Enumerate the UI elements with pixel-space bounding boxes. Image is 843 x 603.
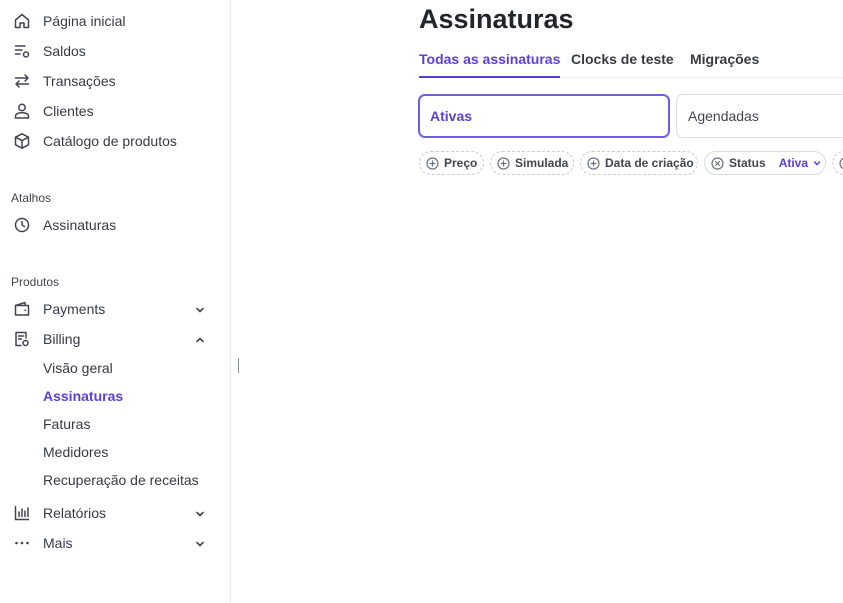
nav-item-payments[interactable]: Payments <box>0 295 230 323</box>
section-title-products: Produtos <box>11 275 60 289</box>
plus-circle-icon <box>839 157 843 170</box>
nav-item-reports[interactable]: Relatórios <box>0 499 230 527</box>
plus-circle-icon <box>426 156 439 170</box>
invoice-icon <box>13 330 31 348</box>
status-card-scheduled[interactable]: Agendadas <box>676 94 843 138</box>
nav-item-label: Catálogo de produtos <box>43 133 177 149</box>
shortcut-item-subscriptions[interactable]: Assinaturas <box>0 211 230 239</box>
chevron-up-icon[interactable] <box>194 333 206 345</box>
home-icon <box>13 12 31 30</box>
filter-label: Simulada <box>515 156 569 170</box>
x-circle-icon[interactable] <box>711 156 724 170</box>
balance-icon <box>13 42 31 60</box>
nav-item-product-catalog[interactable]: Catálogo de produtos <box>0 127 230 155</box>
main-content: Assinaturas Todas as assinaturas Clocks … <box>231 0 843 603</box>
filter-label: Data de criação <box>605 156 694 170</box>
filter-creation-date[interactable]: Data de criação <box>580 151 698 175</box>
chevron-down-icon[interactable] <box>194 537 206 549</box>
sidebar: Página inicial Saldos Transações Cliente… <box>0 0 231 603</box>
nav-item-transactions[interactable]: Transações <box>0 67 230 95</box>
plus-circle-icon <box>587 156 600 170</box>
filter-label: Preço <box>444 156 478 170</box>
billing-subitem-overview[interactable]: Visão geral <box>43 360 113 376</box>
billing-subitem-revenue-recovery[interactable]: Recuperação de receitas <box>43 472 199 488</box>
section-title-shortcuts: Atalhos <box>11 191 52 205</box>
tab-migrations[interactable]: Migrações <box>690 51 759 78</box>
clock-icon <box>13 216 31 234</box>
tab-bar: Todas as assinaturas Clocks de teste Mig… <box>419 51 843 78</box>
filter-status[interactable]: Status Ativa <box>704 151 826 175</box>
tab-test-clocks[interactable]: Clocks de teste <box>571 51 674 78</box>
chevron-down-icon[interactable] <box>194 303 206 315</box>
nav-item-label: Página inicial <box>43 13 126 29</box>
nav-item-label: Billing <box>43 331 81 347</box>
nav-item-label: Clientes <box>43 103 94 119</box>
nav-item-billing[interactable]: Billing <box>0 325 230 353</box>
more-dots-icon <box>13 534 31 552</box>
filter-bar: Preço Simulada Data de criação Status At… <box>419 151 843 175</box>
filter-label: Status <box>729 156 766 170</box>
filter-more[interactable] <box>832 151 843 175</box>
filter-status-value: Ativa <box>778 156 809 170</box>
chevron-down-icon <box>812 158 822 168</box>
nav-item-home[interactable]: Página inicial <box>0 7 230 35</box>
wallet-icon <box>13 300 31 318</box>
billing-subitem-subscriptions[interactable]: Assinaturas <box>43 388 123 404</box>
nav-item-label: Assinaturas <box>43 217 117 233</box>
billing-subitem-meters[interactable]: Medidores <box>43 444 108 460</box>
nav-item-label: Relatórios <box>43 505 107 521</box>
customer-icon <box>13 102 31 120</box>
nav-item-balances[interactable]: Saldos <box>0 37 230 65</box>
billing-subitem-invoices[interactable]: Faturas <box>43 416 90 432</box>
plus-circle-icon <box>497 156 510 170</box>
product-box-icon <box>13 132 31 150</box>
status-card-label: Agendadas <box>688 108 759 124</box>
status-card-label: Ativas <box>430 108 473 124</box>
filter-price[interactable]: Preço <box>419 151 484 175</box>
page-title: Assinaturas <box>419 4 574 34</box>
filter-simulated[interactable]: Simulada <box>490 151 574 175</box>
nav-item-label: Saldos <box>43 43 86 59</box>
nav-item-more[interactable]: Mais <box>0 529 230 557</box>
nav-item-label: Transações <box>43 73 116 89</box>
status-card-active[interactable]: Ativas <box>418 94 670 138</box>
nav-item-label: Payments <box>43 301 106 317</box>
chevron-down-icon[interactable] <box>194 507 206 519</box>
tab-all-subscriptions[interactable]: Todas as assinaturas <box>419 51 561 78</box>
transactions-icon <box>13 72 31 90</box>
nav-item-customers[interactable]: Clientes <box>0 97 230 125</box>
nav-item-label: Mais <box>43 535 73 551</box>
bar-chart-icon <box>13 504 31 522</box>
